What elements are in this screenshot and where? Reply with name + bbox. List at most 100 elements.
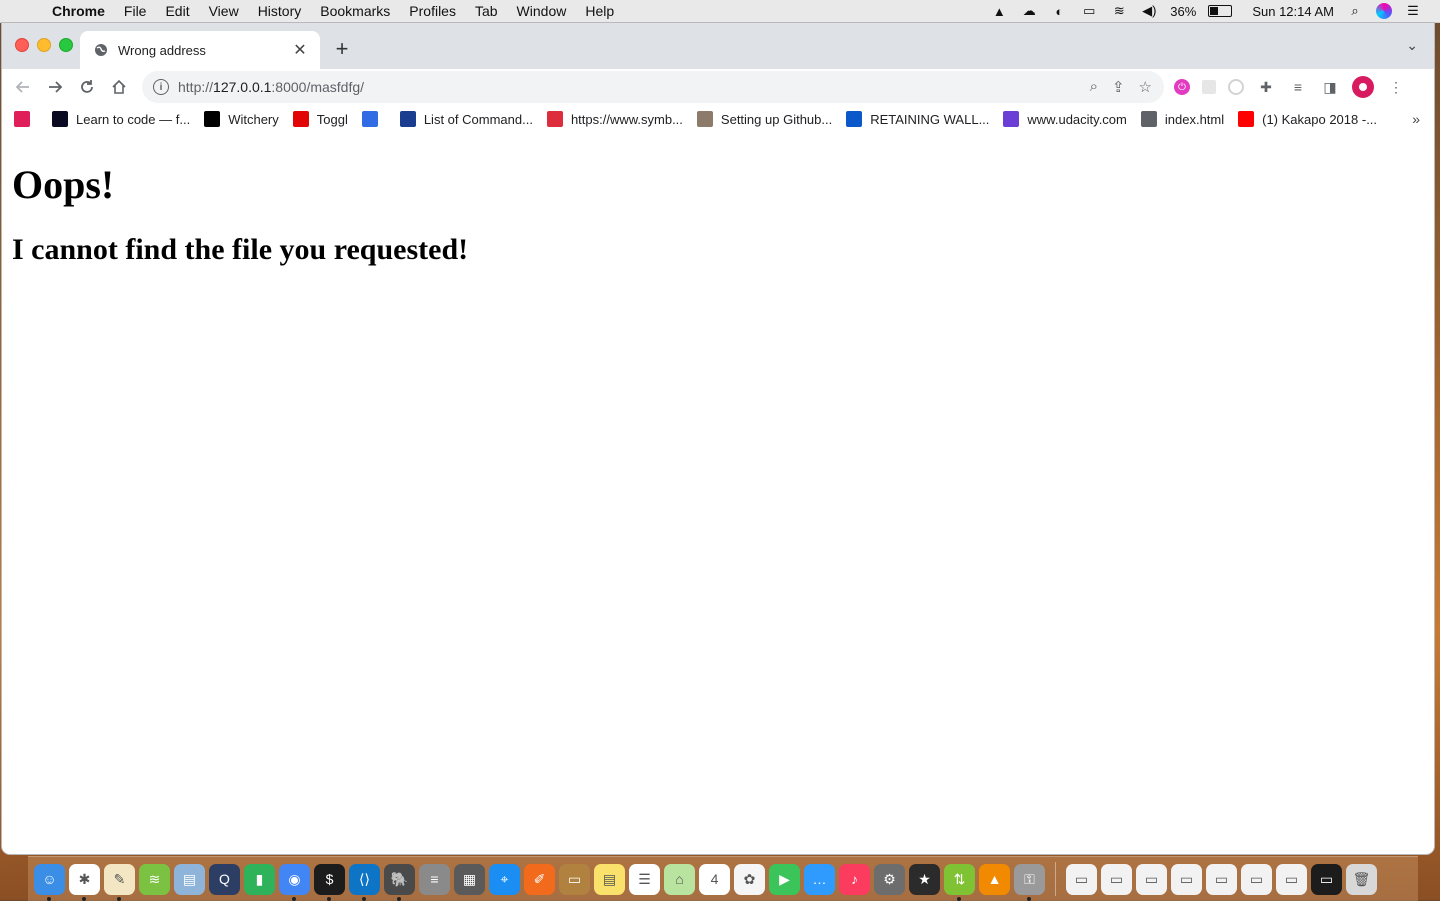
quicktime-icon[interactable]: Q [209,863,240,895]
bookmark-item[interactable]: index.html [1140,111,1224,127]
system-preferences-icon[interactable]: ⚙ [874,863,905,895]
calendar-icon[interactable]: 4 [699,863,730,895]
vlc-status-icon[interactable]: ▲ [990,4,1008,19]
extensions-puzzle-icon[interactable]: ✚ [1256,77,1276,97]
share-icon[interactable]: ⇪ [1112,78,1125,96]
clock[interactable]: Sun 12:14 AM [1252,4,1334,19]
back-button[interactable] [7,71,39,103]
extension-grid-icon[interactable] [1202,80,1216,94]
calculator-icon[interactable]: ▦ [454,863,485,895]
reload-button[interactable] [71,71,103,103]
bookmark-item[interactable]: Learn to code — f... [52,111,190,127]
extension-ring-icon[interactable] [1228,79,1244,95]
bookmark-item[interactable]: Setting up Github... [696,111,832,127]
music-icon[interactable]: ♪ [839,863,870,895]
bookmark-item[interactable]: Witchery [204,111,279,127]
menu-history[interactable]: History [258,3,302,19]
bookmark-item[interactable]: List of Command... [399,111,533,127]
window-thumb-icon[interactable]: ▭ [1206,863,1237,895]
tab-search-chevron-icon[interactable]: ⌄ [1406,37,1418,54]
notes-icon[interactable]: ▤ [594,863,625,895]
sketch-icon[interactable]: ✐ [524,863,555,895]
window-thumb-icon[interactable]: ▭ [1101,863,1132,895]
menu-file[interactable]: File [124,3,147,19]
slack-icon[interactable]: ✱ [69,863,100,901]
chrome-menu-icon[interactable]: ⋮ [1386,77,1406,97]
address-bar[interactable]: i http://127.0.0.1:8000/masfdfg/ ⌕ ⇪ ☆ [142,71,1164,103]
home-button[interactable] [103,71,135,103]
vlc-icon[interactable]: ▲ [979,863,1010,895]
bluestacks-icon[interactable]: ≋ [139,863,170,895]
menu-edit[interactable]: Edit [165,3,189,19]
chrome-icon[interactable]: ◉ [279,863,310,901]
imovie-icon[interactable]: ★ [909,863,940,895]
safari-icon[interactable]: ⌖ [489,863,520,895]
window-thumb-icon[interactable]: ▭ [1066,863,1097,895]
tab-active[interactable]: Wrong address ✕ [80,31,320,69]
creative-cloud-icon[interactable]: ☁ [1020,3,1038,18]
notebook-icon[interactable]: ▭ [559,863,590,895]
trash-icon[interactable]: 🗑 [1346,863,1377,895]
bookmark-item[interactable]: www.udacity.com [1003,111,1127,127]
menu-bookmarks[interactable]: Bookmarks [320,3,390,19]
bookmark-label: (1) Kakapo 2018 -... [1262,111,1378,127]
bookmarks-overflow-icon[interactable]: » [1412,111,1420,127]
window-thumb-icon[interactable]: ▭ [1136,863,1167,895]
volume-icon[interactable]: ◀) [1140,3,1158,18]
bookmark-star-icon[interactable]: ☆ [1139,78,1152,96]
keychain-icon[interactable]: ⚿ [1014,863,1045,901]
menu-bar: Chrome File Edit View History Bookmarks … [0,0,1440,23]
bookmark-item[interactable]: (1) Kakapo 2018 -... [1238,111,1377,127]
menu-help[interactable]: Help [585,3,614,19]
window-close-button[interactable] [15,38,29,52]
extension-power-icon[interactable]: ⏻ [1174,79,1190,95]
menu-view[interactable]: View [209,3,239,19]
menu-app-name[interactable]: Chrome [52,3,105,19]
window-zoom-button[interactable] [59,38,73,52]
window-thumb-icon[interactable]: ▭ [1276,863,1307,895]
window-thumb-icon[interactable]: ▭ [1311,863,1342,895]
url-text[interactable]: http://127.0.0.1:8000/masfdfg/ [178,79,364,95]
preview-icon[interactable]: ▤ [174,863,205,895]
sync-status-icon[interactable]: ◐ [1050,4,1068,19]
siri-icon[interactable] [1376,3,1392,19]
textedit-icon[interactable]: ✎ [104,863,135,901]
airplay-icon[interactable]: ▭ [1080,3,1098,18]
reading-list-icon[interactable]: ≡ [1288,77,1308,97]
new-tab-button[interactable]: + [332,36,352,62]
bookmark-item[interactable]: https://www.symb... [546,111,683,127]
numbers-icon[interactable]: ▮ [244,863,275,895]
android-file-transfer-icon[interactable]: ⇅ [944,863,975,901]
zoom-icon[interactable]: ⌕ [1090,78,1098,96]
terminal-icon[interactable]: $ [314,863,345,901]
postgres-icon[interactable]: 🐘 [384,863,415,901]
battery-percent[interactable]: 36% [1170,4,1196,19]
bookmark-item[interactable] [14,111,38,127]
tab-close-icon[interactable]: ✕ [292,40,308,60]
forward-button[interactable] [39,71,71,103]
reminders-icon[interactable]: ☰ [629,863,660,895]
menu-window[interactable]: Window [517,3,567,19]
photos-icon[interactable]: ✿ [734,863,765,895]
window-thumb-icon[interactable]: ▭ [1171,863,1202,895]
wifi-icon[interactable]: ≋ [1110,3,1128,18]
window-minimize-button[interactable] [37,38,51,52]
database-icon[interactable]: ≡ [419,863,450,895]
battery-icon[interactable] [1208,5,1233,17]
profile-avatar[interactable] [1352,76,1374,98]
notification-center-icon[interactable]: ☰ [1404,3,1422,18]
menu-tab[interactable]: Tab [475,3,498,19]
messages-icon[interactable]: … [804,863,835,895]
vscode-icon[interactable]: ⟨⟩ [349,863,380,901]
bookmark-item[interactable]: RETAINING WALL... [846,111,989,127]
spotlight-icon[interactable]: ⌕ [1346,3,1364,18]
bookmark-item[interactable] [361,111,386,127]
menu-profiles[interactable]: Profiles [409,3,456,19]
window-thumb-icon[interactable]: ▭ [1241,863,1272,895]
side-panel-icon[interactable]: ◨ [1320,77,1340,97]
site-info-icon[interactable]: i [153,79,169,95]
maps-icon[interactable]: ⌂ [664,863,695,895]
finder-icon[interactable]: ☺ [34,863,65,901]
bookmark-item[interactable]: Toggl [292,111,348,127]
facetime-icon[interactable]: ▶ [769,863,800,895]
